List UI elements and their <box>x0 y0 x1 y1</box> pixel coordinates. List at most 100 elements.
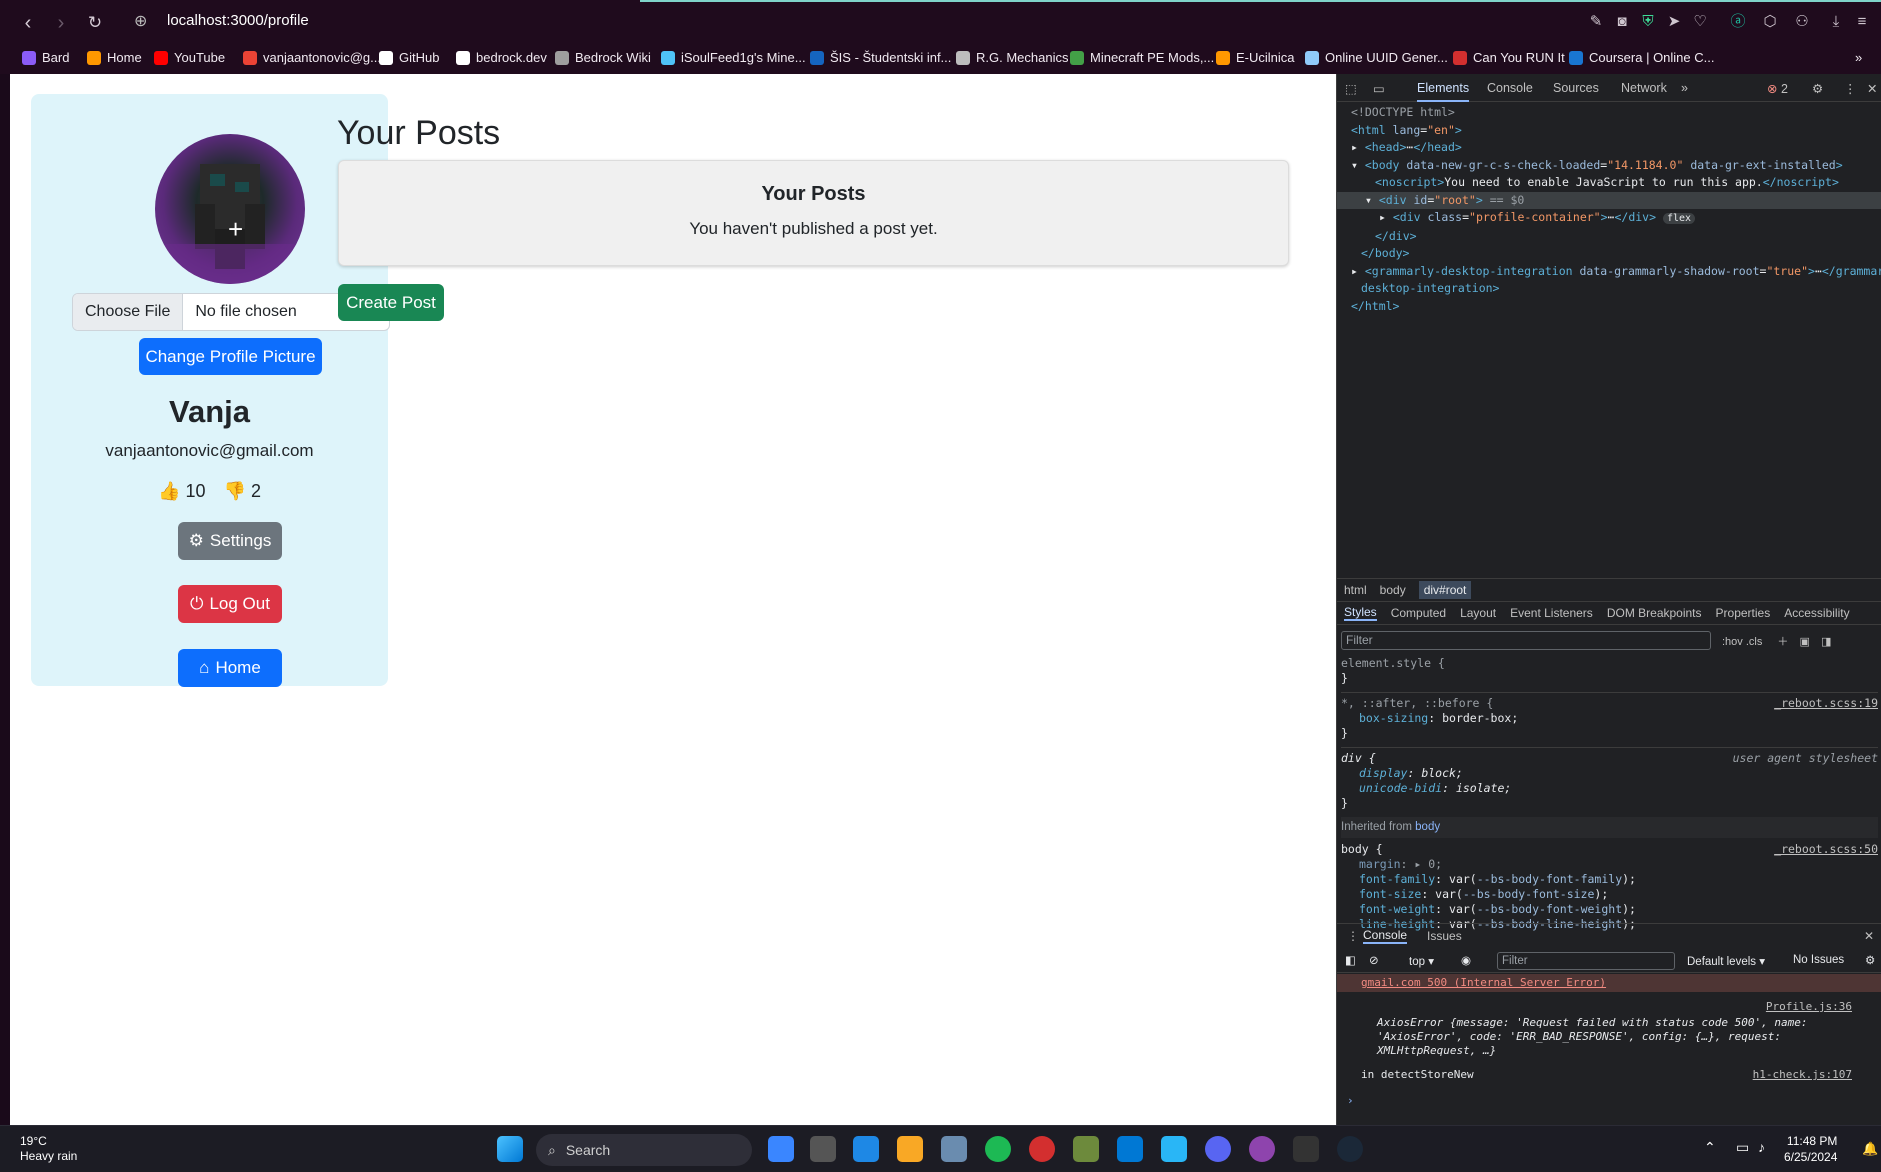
more-tabs-icon[interactable]: » <box>1681 81 1688 95</box>
file-explorer-icon[interactable] <box>897 1136 923 1162</box>
dom-tree[interactable]: <!DOCTYPE html> <html lang="en"> ▸ <head… <box>1337 104 1881 504</box>
styles-filter-input[interactable]: Filter <box>1341 631 1711 650</box>
close-drawer-icon[interactable]: ✕ <box>1864 929 1874 943</box>
bookmark-item[interactable]: Bard <box>22 50 69 65</box>
bookmark-item[interactable]: GitHub <box>379 50 439 65</box>
opera-icon[interactable] <box>1029 1136 1055 1162</box>
log-levels-dropdown[interactable]: Default levels ▾ <box>1687 954 1765 968</box>
profile-icon[interactable]: ⚇ <box>1792 12 1812 32</box>
steam-icon[interactable] <box>1337 1136 1363 1162</box>
drawer-tab-issues[interactable]: Issues <box>1427 929 1462 943</box>
bookmark-item[interactable]: Bedrock Wiki <box>555 50 651 65</box>
console-source-link[interactable]: Profile.js:36 <box>1337 992 1881 1014</box>
crumb-html[interactable]: html <box>1344 583 1367 597</box>
bookmark-item[interactable]: Home <box>87 50 142 65</box>
context-selector[interactable]: top ▾ <box>1409 954 1434 968</box>
shield-icon[interactable]: ⛨ <box>1638 12 1658 32</box>
discord-icon[interactable] <box>1205 1136 1231 1162</box>
sidebar-icon[interactable]: ◧ <box>1345 953 1356 967</box>
bookmark-item[interactable]: iSoulFeed1g's Mine... <box>661 50 806 65</box>
console-filter-input[interactable]: Filter <box>1497 952 1675 970</box>
menu-icon[interactable]: ≡ <box>1852 12 1872 32</box>
weather-widget[interactable]: 19°C Heavy rain <box>20 1134 77 1164</box>
camera-icon[interactable]: ◙ <box>1612 12 1632 32</box>
tab-network[interactable]: Network <box>1621 81 1667 95</box>
grammarly-icon[interactable]: ⓐ <box>1728 12 1748 32</box>
spotify-icon[interactable] <box>985 1136 1011 1162</box>
tab-console[interactable]: Console <box>1487 81 1533 95</box>
add-photo-icon[interactable]: + <box>228 216 243 242</box>
cube-icon[interactable]: ⬡ <box>1760 12 1780 32</box>
drawer-tab-console[interactable]: Console <box>1363 928 1408 944</box>
gear-icon[interactable]: ⚙ <box>1812 81 1823 96</box>
crumb-div-root[interactable]: div#root <box>1418 580 1472 599</box>
hov-cls-toggles[interactable]: :hov .cls <box>1722 636 1762 648</box>
tab-accessibility[interactable]: Accessibility <box>1784 606 1849 620</box>
forward-icon[interactable]: › <box>49 11 73 35</box>
bookmark-item[interactable]: R.G. Mechanics <box>956 50 1068 65</box>
bookmark-item[interactable]: Online UUID Gener... <box>1305 50 1448 65</box>
tab-computed[interactable]: Computed <box>1391 606 1446 620</box>
ccleaner-icon[interactable] <box>853 1136 879 1162</box>
tab-dom-breakpoints[interactable]: DOM Breakpoints <box>1607 606 1702 620</box>
bookmark-item[interactable]: Can You RUN It <box>1453 50 1565 65</box>
send-icon[interactable]: ➤ <box>1664 12 1684 32</box>
bookmark-item[interactable]: YouTube <box>154 50 225 65</box>
volume-icon[interactable]: ♪ <box>1758 1139 1765 1155</box>
bookmarks-overflow-icon[interactable]: » <box>1855 50 1862 65</box>
clock[interactable]: 11:48 PM 6/25/2024 <box>1784 1133 1837 1165</box>
tab-event-listeners[interactable]: Event Listeners <box>1510 606 1593 620</box>
bookmark-item[interactable]: E-Ucilnica <box>1216 50 1295 65</box>
copilot-icon[interactable] <box>768 1136 794 1162</box>
change-profile-picture-button[interactable]: Change Profile Picture <box>139 338 322 375</box>
taskbar-search[interactable]: ⌕ Search <box>536 1134 752 1166</box>
bookmark-item[interactable]: Minecraft PE Mods,... <box>1070 50 1214 65</box>
tab-sources[interactable]: Sources <box>1553 81 1599 95</box>
reload-icon[interactable]: ↻ <box>83 11 107 35</box>
tab-layout[interactable]: Layout <box>1460 606 1496 620</box>
close-icon[interactable]: ✕ <box>1867 81 1877 96</box>
drawer-menu-icon[interactable]: ⋮ <box>1347 929 1359 943</box>
style-rules[interactable]: element.style { } _reboot.scss:19 *, ::af… <box>1341 656 1878 932</box>
console-prompt[interactable]: › <box>1337 1082 1881 1108</box>
minecraft-icon[interactable] <box>1073 1136 1099 1162</box>
github-desktop-icon[interactable] <box>1249 1136 1275 1162</box>
notification-icon[interactable]: 🔔 <box>1862 1141 1878 1157</box>
console-settings-icon[interactable]: ⚙ <box>1865 953 1875 967</box>
inspect-icon[interactable]: ⬚ <box>1345 81 1357 96</box>
tab-styles[interactable]: Styles <box>1344 605 1377 621</box>
settings-button[interactable]: ⚙ Settings <box>178 522 282 560</box>
vscode-icon[interactable] <box>1117 1136 1143 1162</box>
home-button[interactable]: ⌂ Home <box>178 649 282 687</box>
site-info-icon[interactable]: ⊕ <box>134 11 147 31</box>
chevron-up-icon[interactable]: ⌃ <box>1704 1139 1716 1156</box>
eye-icon[interactable]: ◉ <box>1461 953 1471 967</box>
bookmark-item[interactable]: Coursera | Online C... <box>1569 50 1714 65</box>
photos-icon[interactable] <box>941 1136 967 1162</box>
choose-file-button[interactable]: Choose File <box>73 294 184 330</box>
back-icon[interactable]: ‹ <box>16 11 40 35</box>
console-source-link-2[interactable]: h1-check.js:107 <box>1753 1068 1852 1082</box>
network-icon[interactable]: ▭ <box>1736 1139 1749 1156</box>
taskview-icon[interactable] <box>810 1136 836 1162</box>
kebab-menu-icon[interactable]: ⋮ <box>1844 81 1857 96</box>
bookmark-item[interactable]: vanjaantonovic@g... <box>243 50 381 65</box>
bookmark-item[interactable]: bedrock.dev <box>456 50 547 65</box>
crumb-body[interactable]: body <box>1380 583 1406 597</box>
heart-icon[interactable]: ♡ <box>1690 12 1710 32</box>
edit-icon[interactable]: ✎ <box>1586 12 1606 32</box>
download-icon[interactable]: ⤓ <box>1826 12 1846 32</box>
epic-games-icon[interactable] <box>1293 1136 1319 1162</box>
app-icon[interactable] <box>1161 1136 1187 1162</box>
sidebar-toggle-icon[interactable]: ◨ <box>1821 636 1831 648</box>
avatar[interactable] <box>155 134 305 284</box>
create-post-button[interactable]: Create Post <box>338 284 444 321</box>
device-toggle-icon[interactable]: ▭ <box>1373 81 1385 96</box>
tab-elements[interactable]: Elements <box>1417 81 1470 102</box>
clear-console-icon[interactable]: ⊘ <box>1369 953 1379 967</box>
tab-properties[interactable]: Properties <box>1716 606 1771 620</box>
logout-button[interactable]: ⏻ Log Out <box>178 585 282 623</box>
add-rule-icon[interactable]: ＋ <box>1777 636 1788 648</box>
paint-icon[interactable]: ▣ <box>1799 636 1809 648</box>
bookmark-item[interactable]: ŠIS - Študentski inf... <box>810 50 951 65</box>
